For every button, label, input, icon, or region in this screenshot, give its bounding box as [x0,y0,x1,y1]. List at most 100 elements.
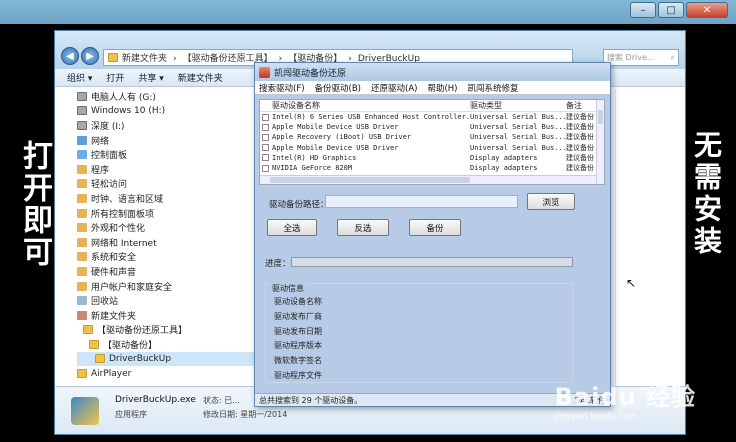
horizontal-scrollbar[interactable] [260,175,604,184]
driver-row[interactable]: Apple Mobile Device USB Driver Universal … [260,143,604,153]
row-checkbox[interactable] [261,133,269,141]
tree-item[interactable]: 用户帐户和家庭安全 [77,279,255,294]
driver-type: Universal Serial Bus... [470,123,566,132]
folder-icon [83,325,93,335]
column-header-type[interactable]: 驱动类型 [470,100,566,111]
row-checkbox[interactable] [261,123,269,131]
progress-bar [291,257,573,267]
column-header-name[interactable]: 驱动设备名称 [270,100,470,111]
file-status: 状态: 已... [203,396,240,405]
tree-item[interactable]: 所有控制面板项 [77,206,255,221]
tree-item[interactable]: 网络和 Internet [77,235,255,250]
tree-item[interactable]: 深度 (I:) [77,118,255,133]
maximize-button[interactable]: □ [658,2,684,18]
tree-item[interactable]: 回收站 [77,293,255,308]
tree-item[interactable]: 【驱动备份】 [77,337,255,352]
tree-item-label: 网络 [91,136,110,147]
dialog-titlebar: 凯闯驱动备份还原 [255,63,610,81]
dialog-title: 凯闯驱动备份还原 [274,68,347,79]
driver-list[interactable]: 驱动设备名称 驱动类型 备注 Intel(R) 6 Series USB Enh… [259,99,605,185]
tree-item[interactable]: Windows 10 (H:) [77,104,255,119]
tree-item-label: 程序 [91,165,110,176]
driver-info-field: 微软数字签名 [274,356,322,366]
dialog-menu-item[interactable]: 还原驱动(A) [371,82,417,94]
tree-item-label: 新建文件夹 [91,311,137,322]
backup-path-input[interactable] [325,195,518,208]
toolbar-button[interactable]: 组织 ▾ [67,71,92,84]
tree-item[interactable]: 系统和安全 [77,250,255,265]
breadcrumb-item[interactable]: 新建文件夹 [122,54,167,64]
driver-type: Display adapters [470,164,538,173]
tree-item-label: 外观和个性化 [91,224,146,235]
dialog-menu-item[interactable]: 帮助(H) [427,82,457,94]
driver-note: 建议备份 [566,133,594,142]
tree-item-label: 控制面板 [91,151,128,162]
tree-item-label: 电脑人人有 (G:) [91,92,156,103]
driver-row[interactable]: Apple Mobile Device USB Driver Universal … [260,122,604,132]
tree-item[interactable]: DriverBuckUp [77,351,255,367]
tree-item[interactable]: 程序 [77,162,255,177]
dialog-menu-item[interactable]: 备份驱动(B) [315,82,361,94]
tree-item[interactable]: 网络 [77,133,255,148]
tree-item[interactable]: 电脑人人有 (G:) [77,89,255,104]
programs-icon [77,164,87,174]
tree-item[interactable]: 外观和个性化 [77,220,255,235]
ease-of-access-icon [77,179,87,189]
tree-item[interactable]: 控制面板 [77,147,255,162]
folder-icon [77,369,87,379]
toolbar-button[interactable]: 共享 ▾ [138,71,163,84]
baidu-watermark: Baidu 经验 jingyan.baidu.com [554,383,696,422]
close-button[interactable]: ✕ [686,2,728,18]
driver-row[interactable]: NVIDIA GeForce 820M Display adapters 建议备份 [260,163,604,173]
forward-button[interactable]: ▶ [81,47,99,65]
column-header-note[interactable]: 备注 [566,100,600,111]
tree-item-label: 硬件和声音 [91,267,137,278]
row-checkbox[interactable] [261,113,269,121]
appearance-icon [77,223,87,233]
dialog-menu-bar: 搜索驱动(F) 备份驱动(B) 还原驱动(A) 帮助(H) 凯闯系统修复 [255,81,610,95]
tree-item[interactable]: 硬件和声音 [77,264,255,279]
browse-button[interactable]: 浏览 [527,193,575,210]
clock-icon [77,193,87,203]
tree-item[interactable]: 时钟、语言和区域 [77,191,255,206]
driver-name: Intel(R) 6 Series USB Enhanced Host Cont… [272,113,470,122]
tree-item[interactable]: 新建文件夹 [77,308,255,323]
tree-item-label: 深度 (I:) [91,121,125,132]
back-button[interactable]: ◀ [61,47,79,65]
tree-item-label: DriverBuckUp [109,353,172,364]
driver-info-field: 驱动发布厂商 [274,311,322,321]
row-checkbox[interactable] [261,144,269,152]
driver-row[interactable]: Apple Recovery (iBoot) USB Driver Univers… [260,132,604,142]
search-input[interactable]: 搜索 Drive... ⌕ [603,49,679,66]
user-folder-icon [77,310,87,320]
control-panel-icon [77,150,87,160]
tree-item[interactable]: AirPlayer [77,366,255,381]
folder-icon [108,53,118,62]
vertical-scrollbar[interactable] [596,100,604,184]
backup-button[interactable]: 备份 [409,219,461,236]
row-checkbox[interactable] [261,154,269,162]
folder-icon [95,354,105,364]
row-checkbox[interactable] [261,164,269,172]
driver-note: 建议备份 [566,143,594,152]
tree-item-label: 系统和安全 [91,253,137,264]
file-name: DriverBuckUp.exe [115,395,196,405]
dialog-menu-item[interactable]: 凯闯系统修复 [467,82,518,94]
select-all-button[interactable]: 全选 [267,219,317,236]
driver-row[interactable]: Intel(R) HD Graphics Display adapters 建议备份 [260,153,604,163]
security-icon [77,252,87,262]
tree-item-label: 【驱动备份还原工具】 [97,326,188,337]
invert-selection-button[interactable]: 反选 [337,219,389,236]
toolbar-button[interactable]: 打开 [106,71,124,84]
chevron-right-icon[interactable]: › [173,54,177,64]
file-list-pane [615,89,685,409]
minimize-button[interactable]: – [630,2,656,18]
tree-item-label: Windows 10 (H:) [91,105,166,116]
dialog-menu-item[interactable]: 搜索驱动(F) [259,82,305,94]
driver-row[interactable]: Intel(R) 6 Series USB Enhanced Host Cont… [260,112,604,122]
app-icon [259,66,270,78]
tree-item[interactable]: 轻松访问 [77,177,255,192]
toolbar-button[interactable]: 新建文件夹 [178,71,223,84]
tree-item[interactable]: 【驱动备份还原工具】 [77,323,255,338]
driver-info-group: 驱动信息 驱动设备名称 驱动发布厂商 驱动发布日期 驱动程序版本 微软数字签名 驱动程序文… [265,283,573,383]
